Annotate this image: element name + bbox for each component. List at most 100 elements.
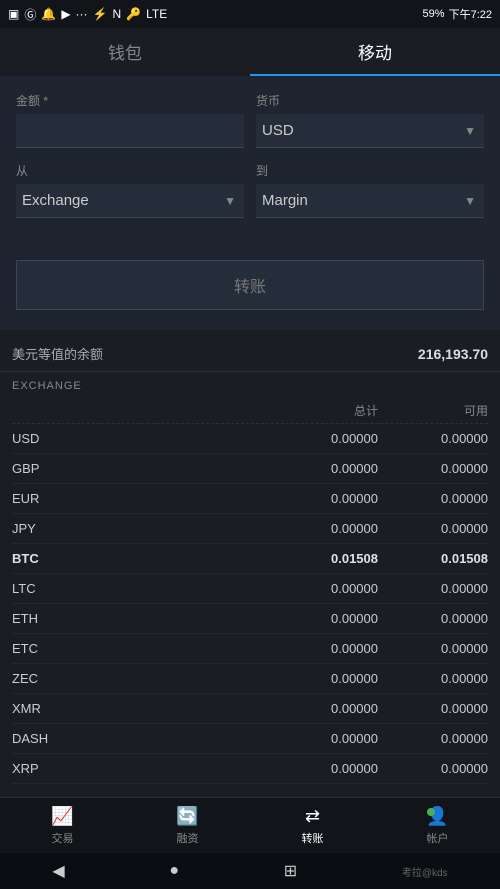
battery-text: 59% xyxy=(423,8,445,20)
dots: ··· xyxy=(76,7,88,21)
header-available: 可用 xyxy=(378,402,488,419)
currency-select-wrapper: USD BTC ETH ▼ xyxy=(256,114,484,148)
form-row-from-to: 从 Exchange Margin ▼ 到 Margin Exchange ▼ xyxy=(16,162,484,218)
cell-name: EUR xyxy=(12,491,268,506)
nav-item-transfer[interactable]: ⇄ 转账 xyxy=(250,798,375,853)
to-select-wrapper: Margin Exchange ▼ xyxy=(256,184,484,218)
cell-name: XMR xyxy=(12,701,268,716)
table-row: ETC 0.00000 0.00000 xyxy=(12,634,488,664)
cell-avail: 0.00000 xyxy=(378,671,488,686)
tab-transfer[interactable]: 移动 xyxy=(250,28,500,76)
amount-input[interactable] xyxy=(16,114,244,148)
cell-total: 0.00000 xyxy=(268,641,378,656)
cell-name: DASH xyxy=(12,731,268,746)
table-row: GBP 0.00000 0.00000 xyxy=(12,454,488,484)
balance-table-scroll[interactable]: EXCHANGE 总计 可用 USD 0.00000 0.00000 GBP 0… xyxy=(0,372,500,792)
table-row: EUR 0.00000 0.00000 xyxy=(12,484,488,514)
nav-item-trade[interactable]: 📈 交易 xyxy=(0,798,125,853)
cell-name: ETH xyxy=(12,611,268,626)
cell-avail: 0.01508 xyxy=(378,551,488,566)
header-total: 总计 xyxy=(268,402,378,419)
cell-avail: 0.00000 xyxy=(378,701,488,716)
currency-select[interactable]: USD BTC ETH xyxy=(256,114,484,147)
nav-item-account[interactable]: 👤 帐户 xyxy=(375,798,500,853)
balance-label: 美元等值的余额 xyxy=(12,344,103,363)
transfer-button[interactable]: 转账 xyxy=(16,260,484,310)
cell-avail: 0.00000 xyxy=(378,761,488,776)
cell-total: 0.01508 xyxy=(268,551,378,566)
sys-nav-bar: ◀ ● ⊞ 考拉@kds xyxy=(0,853,500,889)
cell-avail: 0.00000 xyxy=(378,521,488,536)
cell-name: ZEC xyxy=(12,671,268,686)
app-icon-1: ▣ xyxy=(8,7,19,21)
bluetooth-icon: ⚡ xyxy=(93,7,108,21)
recents-button[interactable]: ⊞ xyxy=(284,861,297,881)
account-online-dot xyxy=(427,808,435,816)
balance-table: 总计 可用 USD 0.00000 0.00000 GBP 0.00000 0.… xyxy=(0,394,500,784)
table-row: LTC 0.00000 0.00000 xyxy=(12,574,488,604)
cell-avail: 0.00000 xyxy=(378,491,488,506)
nfc-icon: N xyxy=(113,7,122,21)
from-group: 从 Exchange Margin ▼ xyxy=(16,162,244,218)
exchange-section-label: EXCHANGE xyxy=(0,372,500,394)
cell-name: USD xyxy=(12,431,268,446)
from-select[interactable]: Exchange Margin xyxy=(16,184,244,217)
nav-item-funding[interactable]: 🔄 融资 xyxy=(125,798,250,853)
top-tab-bar: 钱包 移动 xyxy=(0,28,500,76)
transfer-icon: ⇄ xyxy=(305,806,320,827)
cell-name: LTC xyxy=(12,581,268,596)
back-button[interactable]: ◀ xyxy=(52,861,64,881)
table-row: USD 0.00000 0.00000 xyxy=(12,424,488,454)
status-left-icons: ▣ Ⓖ 🔔 ▶ ··· ⚡ N 🔑 LTE xyxy=(8,6,167,23)
cell-total: 0.00000 xyxy=(268,701,378,716)
to-select[interactable]: Margin Exchange xyxy=(256,184,484,217)
app-info-label: 考拉@kds xyxy=(402,864,448,879)
notification-icon: 🔔 xyxy=(41,7,56,21)
cell-name: XRP xyxy=(12,761,268,776)
status-right-info: 59% 下午7:22 xyxy=(423,6,492,22)
home-button[interactable]: ● xyxy=(169,862,179,880)
from-select-wrapper: Exchange Margin ▼ xyxy=(16,184,244,218)
cell-total: 0.00000 xyxy=(268,611,378,626)
amount-group: 金额 * xyxy=(16,92,244,148)
transfer-btn-area: 转账 xyxy=(0,248,500,330)
nav-label-trade: 交易 xyxy=(52,830,74,846)
cell-avail: 0.00000 xyxy=(378,431,488,446)
cell-name: BTC xyxy=(12,551,268,566)
table-row: XMR 0.00000 0.00000 xyxy=(12,694,488,724)
balance-section: 美元等值的余额 216,193.70 xyxy=(0,330,500,372)
balance-value: 216,193.70 xyxy=(418,346,488,362)
nav-label-transfer: 转账 xyxy=(302,830,324,846)
to-group: 到 Margin Exchange ▼ xyxy=(256,162,484,218)
currency-label: 货币 xyxy=(256,92,484,109)
amount-label: 金额 * xyxy=(16,92,244,109)
cell-avail: 0.00000 xyxy=(378,461,488,476)
table-rows: USD 0.00000 0.00000 GBP 0.00000 0.00000 … xyxy=(12,424,488,784)
nav-label-funding: 融资 xyxy=(177,830,199,846)
tab-wallet[interactable]: 钱包 xyxy=(0,28,250,76)
account-icon-wrapper: 👤 xyxy=(426,806,448,827)
to-label: 到 xyxy=(256,162,484,179)
header-name xyxy=(12,402,268,419)
status-bar: ▣ Ⓖ 🔔 ▶ ··· ⚡ N 🔑 LTE 59% 下午7:22 xyxy=(0,0,500,28)
cell-total: 0.00000 xyxy=(268,431,378,446)
table-row: BTC 0.01508 0.01508 xyxy=(12,544,488,574)
table-row: ETH 0.00000 0.00000 xyxy=(12,604,488,634)
table-row: XRP 0.00000 0.00000 xyxy=(12,754,488,784)
app-icon-2: Ⓖ xyxy=(24,6,36,23)
table-header: 总计 可用 xyxy=(12,394,488,424)
cell-total: 0.00000 xyxy=(268,491,378,506)
time: 下午7:22 xyxy=(449,6,492,22)
cell-total: 0.00000 xyxy=(268,461,378,476)
currency-group: 货币 USD BTC ETH ▼ xyxy=(256,92,484,148)
table-row: ZEC 0.00000 0.00000 xyxy=(12,664,488,694)
cell-total: 0.00000 xyxy=(268,671,378,686)
nav-label-account: 帐户 xyxy=(427,830,449,846)
cell-name: JPY xyxy=(12,521,268,536)
cell-avail: 0.00000 xyxy=(378,641,488,656)
cell-avail: 0.00000 xyxy=(378,611,488,626)
cell-total: 0.00000 xyxy=(268,731,378,746)
signal-bars: LTE xyxy=(146,7,167,21)
cell-total: 0.00000 xyxy=(268,581,378,596)
cell-avail: 0.00000 xyxy=(378,581,488,596)
